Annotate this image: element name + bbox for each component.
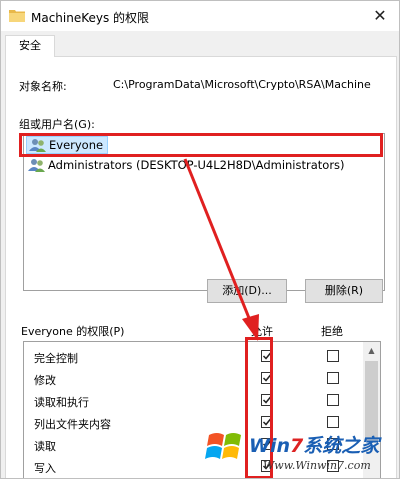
- table-row: 读取和执行: [24, 390, 364, 412]
- watermark: Win7系统之家 Www.Winwin7.com: [201, 421, 399, 478]
- users-icon: [28, 159, 45, 172]
- group-user-label: 组或用户名(G):: [19, 118, 95, 131]
- permission-name: 修改: [34, 374, 56, 387]
- deny-checkbox[interactable]: [327, 350, 339, 362]
- allow-column-header: 允许: [251, 325, 273, 338]
- remove-button[interactable]: 删除(R): [305, 279, 383, 303]
- add-button[interactable]: 添加(D)...: [207, 279, 287, 303]
- permission-name: 读取: [34, 440, 56, 453]
- permissions-dialog: MachineKeys 的权限 ✕ 安全 对象名称: C:\ProgramDat…: [0, 0, 400, 479]
- brand-number: 7: [290, 435, 304, 457]
- scroll-up-icon[interactable]: ▲: [363, 342, 380, 359]
- check-icon: [262, 352, 272, 360]
- allow-checkbox[interactable]: [261, 372, 273, 384]
- check-icon: [262, 396, 272, 404]
- permission-name: 列出文件夹内容: [34, 418, 111, 431]
- list-item-everyone[interactable]: Everyone: [26, 136, 109, 154]
- check-icon: [262, 374, 272, 382]
- allow-checkbox[interactable]: [261, 394, 273, 406]
- user-name: Administrators (DESKTOP-U4L2H8D\Administ…: [48, 158, 345, 172]
- table-row: 完全控制: [24, 346, 364, 368]
- brand-text: 系统之家: [303, 435, 380, 457]
- table-row: 修改: [24, 368, 364, 390]
- object-name-value: C:\ProgramData\Microsoft\Crypto\RSA\Mach…: [113, 78, 371, 91]
- title-bar[interactable]: MachineKeys 的权限 ✕: [1, 1, 399, 31]
- users-icon: [29, 139, 46, 152]
- permission-name: 完全控制: [34, 352, 78, 365]
- user-name: Everyone: [49, 138, 104, 152]
- brand-text: Win: [249, 435, 290, 457]
- dialog-client-area: 安全 对象名称: C:\ProgramData\Microsoft\Crypto…: [1, 31, 399, 478]
- permission-name: 写入: [34, 462, 56, 475]
- close-button[interactable]: ✕: [365, 3, 395, 27]
- list-item-administrators[interactable]: Administrators (DESKTOP-U4L2H8D\Administ…: [26, 156, 345, 174]
- tab-security[interactable]: 安全: [5, 35, 55, 57]
- deny-column-header: 拒绝: [321, 325, 343, 338]
- watermark-brand: Win7系统之家: [249, 431, 379, 458]
- window-title: MachineKeys 的权限: [31, 11, 150, 25]
- deny-checkbox[interactable]: [327, 394, 339, 406]
- object-name-label: 对象名称:: [19, 80, 67, 93]
- close-icon: ✕: [373, 5, 387, 25]
- windows-logo-icon: [205, 433, 241, 459]
- watermark-site: Www.Winwin7.com: [263, 459, 371, 472]
- deny-checkbox[interactable]: [327, 372, 339, 384]
- group-user-list[interactable]: Everyone Administrators (DESKTOP-U4L2H8D…: [23, 133, 385, 291]
- folder-icon: [9, 10, 25, 22]
- permissions-label: Everyone 的权限(P): [21, 325, 125, 338]
- allow-checkbox[interactable]: [261, 350, 273, 362]
- permission-name: 读取和执行: [34, 396, 89, 409]
